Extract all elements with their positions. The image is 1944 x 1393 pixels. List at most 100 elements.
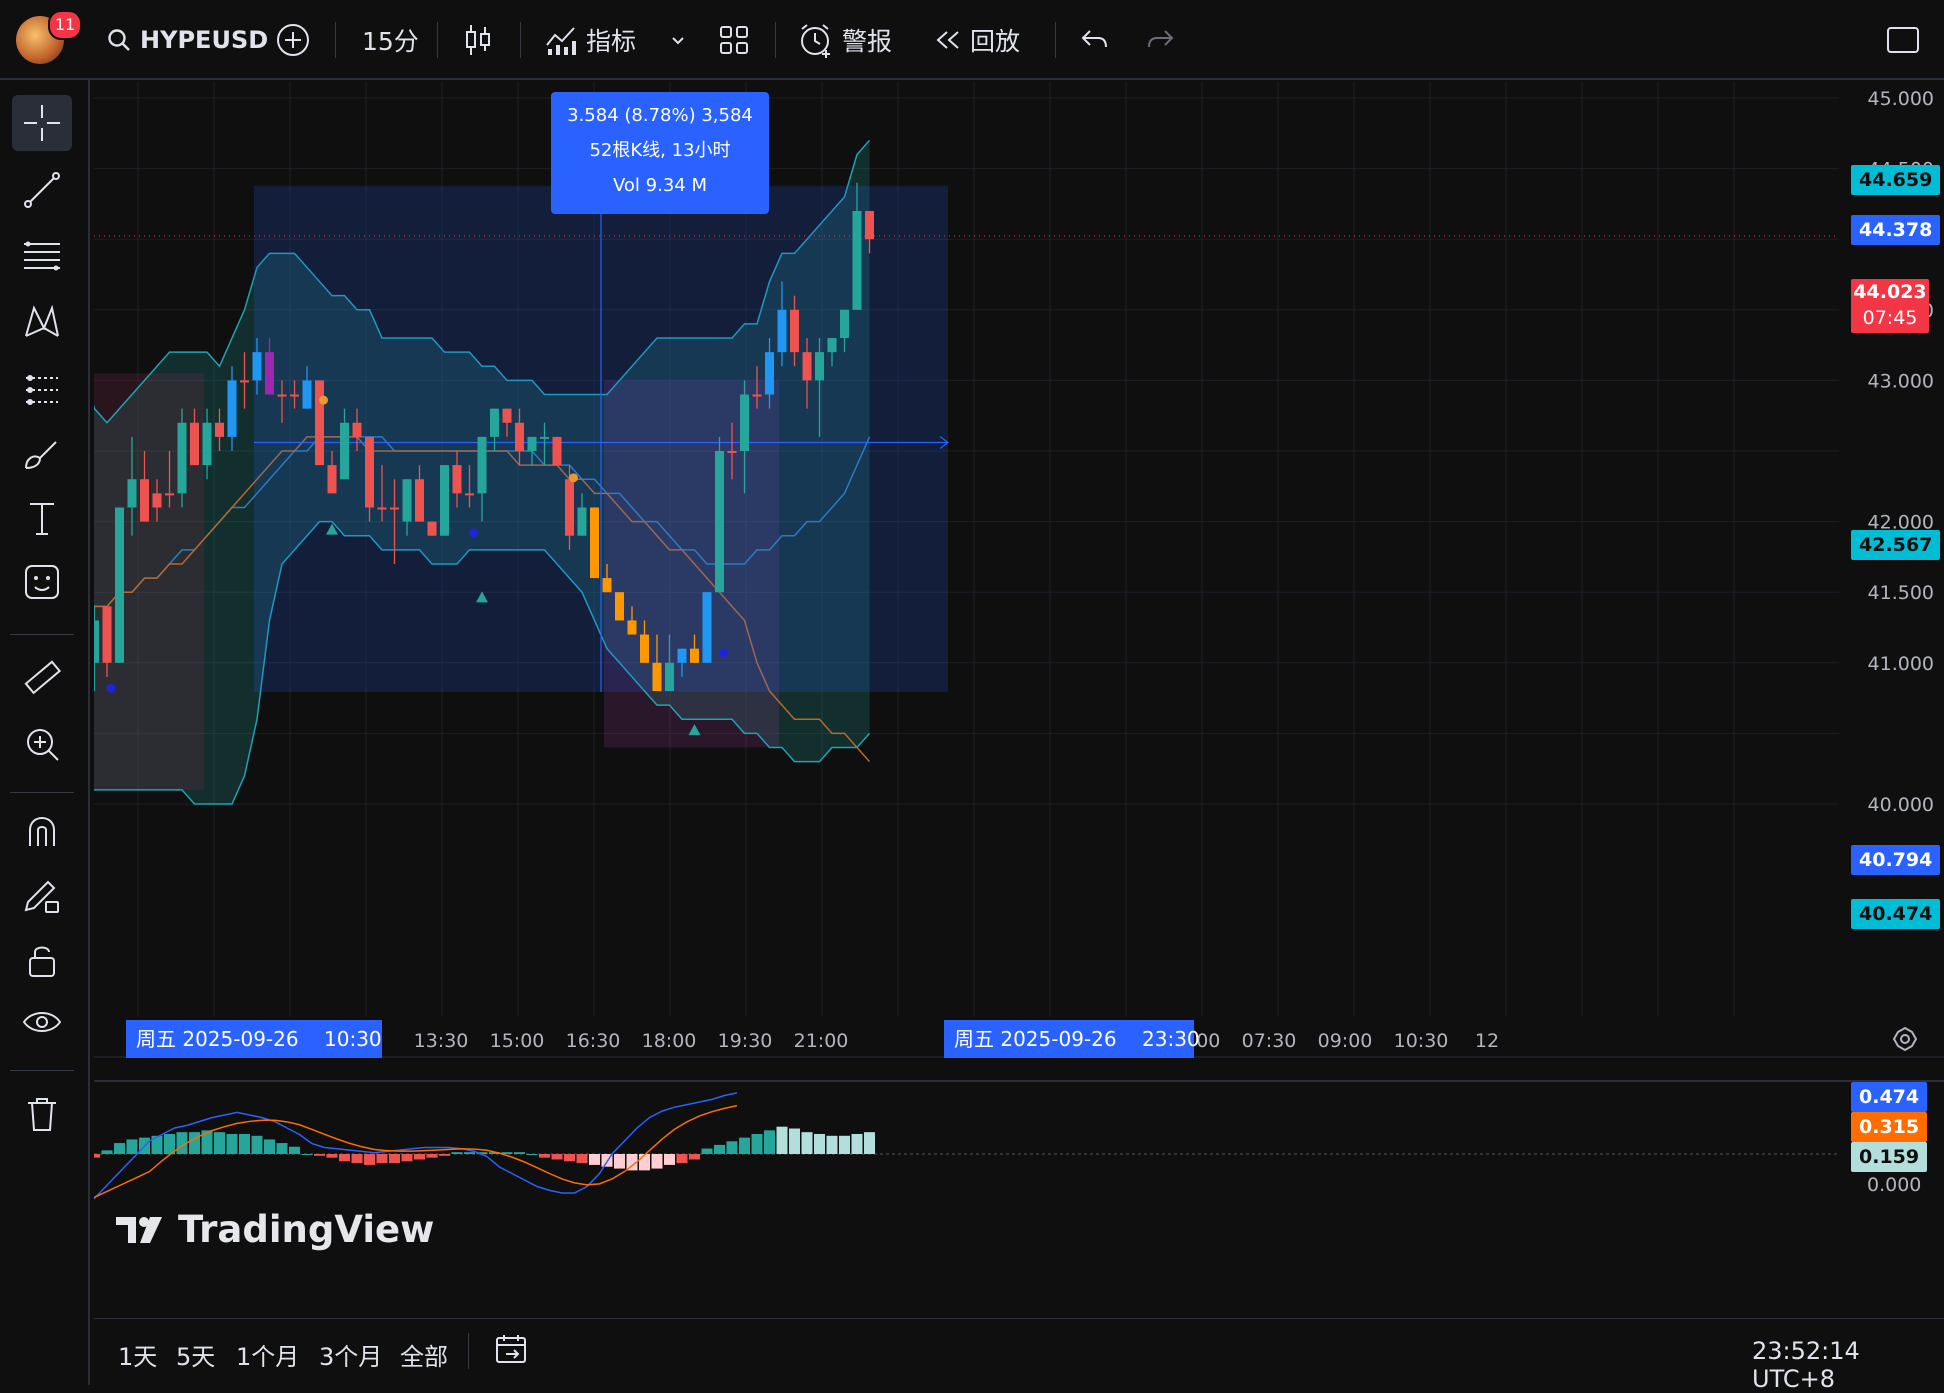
indicators-icon — [546, 27, 576, 55]
pattern-tool[interactable] — [12, 294, 72, 350]
macd-zero-label: 0.000 — [1867, 1174, 1922, 1196]
macd-histogram-bar — [789, 1128, 800, 1154]
macd-histogram-bar — [589, 1154, 600, 1165]
rewind-icon — [936, 31, 959, 49]
undo-button[interactable] — [1080, 20, 1110, 60]
histogram-value-tag: 0.159 — [1851, 1142, 1928, 1172]
macd-histogram-bar — [376, 1154, 388, 1164]
range-start-label: 周五 2025-09-26 10:30 — [126, 1020, 382, 1058]
macd-histogram-bar — [614, 1154, 625, 1169]
crosshair-tool[interactable] — [12, 95, 72, 151]
candle-body — [590, 507, 599, 579]
candle-body — [140, 479, 149, 522]
macd-histogram-bar — [414, 1154, 425, 1160]
session-shade — [94, 373, 204, 790]
lock-all-tool[interactable] — [12, 932, 72, 988]
candle-body — [240, 380, 249, 383]
delete-drawings-tool[interactable] — [12, 1086, 72, 1142]
candle-body — [840, 309, 849, 339]
macd-histogram-bar — [426, 1154, 438, 1158]
candle-body — [252, 352, 262, 381]
goto-date-button[interactable] — [494, 1333, 530, 1371]
bar-countdown: 07:45 — [1862, 307, 1918, 329]
replay-button[interactable]: 回放 — [934, 20, 1020, 60]
macd-histogram-bar — [864, 1132, 875, 1154]
macd-histogram-bar — [514, 1152, 525, 1154]
macd-histogram-bar — [726, 1141, 738, 1154]
emoji-tool[interactable] — [12, 554, 72, 610]
alarm-clock-icon — [801, 24, 830, 58]
brush-icon — [25, 441, 57, 469]
candle-body — [540, 436, 549, 439]
measure-bars: 52根K线, 13小时 — [589, 140, 731, 161]
macd-histogram-bar — [164, 1133, 175, 1154]
trend-line-tool[interactable] — [12, 162, 72, 218]
symbol-label: HYPEUSD — [140, 26, 269, 54]
macd-histogram-bar — [189, 1132, 200, 1154]
magnet-tool[interactable] — [12, 804, 72, 860]
watermark-text: TradingView — [178, 1208, 435, 1251]
macd-histogram-bar — [451, 1152, 463, 1154]
macd-histogram-bar — [839, 1135, 850, 1154]
range-1d[interactable]: 1天 — [118, 1337, 157, 1372]
measure-tool[interactable] — [12, 650, 72, 706]
notification-badge: 11 — [48, 10, 82, 40]
measure-change: 3.584 (8.78%) 3,584 — [567, 105, 753, 126]
avatar[interactable]: 11 — [16, 10, 82, 64]
indicators-button[interactable]: 指标 — [544, 20, 636, 60]
candle-body — [502, 408, 512, 423]
brush-tool[interactable] — [12, 426, 72, 482]
fullscreen-button[interactable] — [1886, 20, 1920, 60]
candle-body — [677, 648, 687, 663]
candle-body — [515, 422, 524, 451]
candle-body — [702, 592, 712, 663]
candle-body — [165, 493, 174, 496]
macd-histogram-bar — [776, 1126, 788, 1154]
price-axis-label: 45.000 — [1868, 88, 1934, 110]
candle-body — [94, 620, 99, 663]
trend-line-icon — [24, 172, 60, 208]
chevron-down-icon — [672, 37, 684, 45]
alert-button[interactable]: 警报 — [798, 20, 892, 60]
compare-add-button[interactable] — [276, 20, 310, 60]
fib-tool[interactable] — [12, 228, 72, 284]
range-1m[interactable]: 1个月 — [236, 1337, 299, 1372]
candle-body — [615, 592, 624, 621]
lock-drawing-tool[interactable] — [12, 868, 72, 924]
redo-button[interactable] — [1145, 20, 1175, 60]
indicators-dropdown[interactable] — [668, 20, 688, 60]
candle-body — [402, 479, 412, 522]
signal-dot — [469, 528, 478, 538]
measure-top-tag: 44.378 — [1851, 215, 1941, 245]
layouts-button[interactable] — [718, 20, 750, 60]
range-5d[interactable]: 5天 — [176, 1337, 215, 1372]
range-all[interactable]: 全部 — [400, 1337, 448, 1372]
zoom-tool[interactable] — [12, 716, 72, 772]
candle-body — [802, 352, 812, 381]
forecast-tool[interactable] — [12, 362, 72, 418]
symbol-search[interactable]: HYPEUSD — [106, 20, 268, 60]
price-chart[interactable]: 45.00044.50043.50043.00042.00041.50041.0… — [94, 82, 1944, 1317]
hide-drawings-tool[interactable] — [12, 994, 72, 1050]
chart-type-button[interactable] — [463, 20, 493, 60]
candle-body — [352, 422, 362, 437]
candle-body — [565, 479, 574, 536]
candle-body — [290, 394, 299, 397]
interval-selector[interactable]: 15分 — [362, 20, 419, 60]
candle-body — [477, 436, 487, 494]
time-axis-label: 12 — [1475, 1030, 1499, 1052]
macd-histogram-bar — [464, 1152, 475, 1154]
macd-histogram-bar — [389, 1154, 400, 1164]
replay-label: 回放 — [970, 27, 1021, 56]
macd-histogram-bar — [576, 1154, 588, 1164]
chart-area[interactable]: 45.00044.50043.50043.00042.00041.50041.0… — [94, 82, 1944, 1317]
macd-histogram-bar — [751, 1133, 763, 1154]
text-tool[interactable] — [12, 490, 72, 546]
chart-settings-button[interactable] — [1892, 1026, 1918, 1056]
gear-icon — [1892, 1026, 1918, 1052]
range-3m[interactable]: 3个月 — [319, 1337, 382, 1372]
macd-histogram-bar — [801, 1132, 813, 1154]
macd-histogram-bar — [264, 1139, 275, 1154]
candle-body — [327, 465, 337, 494]
calendar-goto-icon — [496, 1335, 526, 1363]
